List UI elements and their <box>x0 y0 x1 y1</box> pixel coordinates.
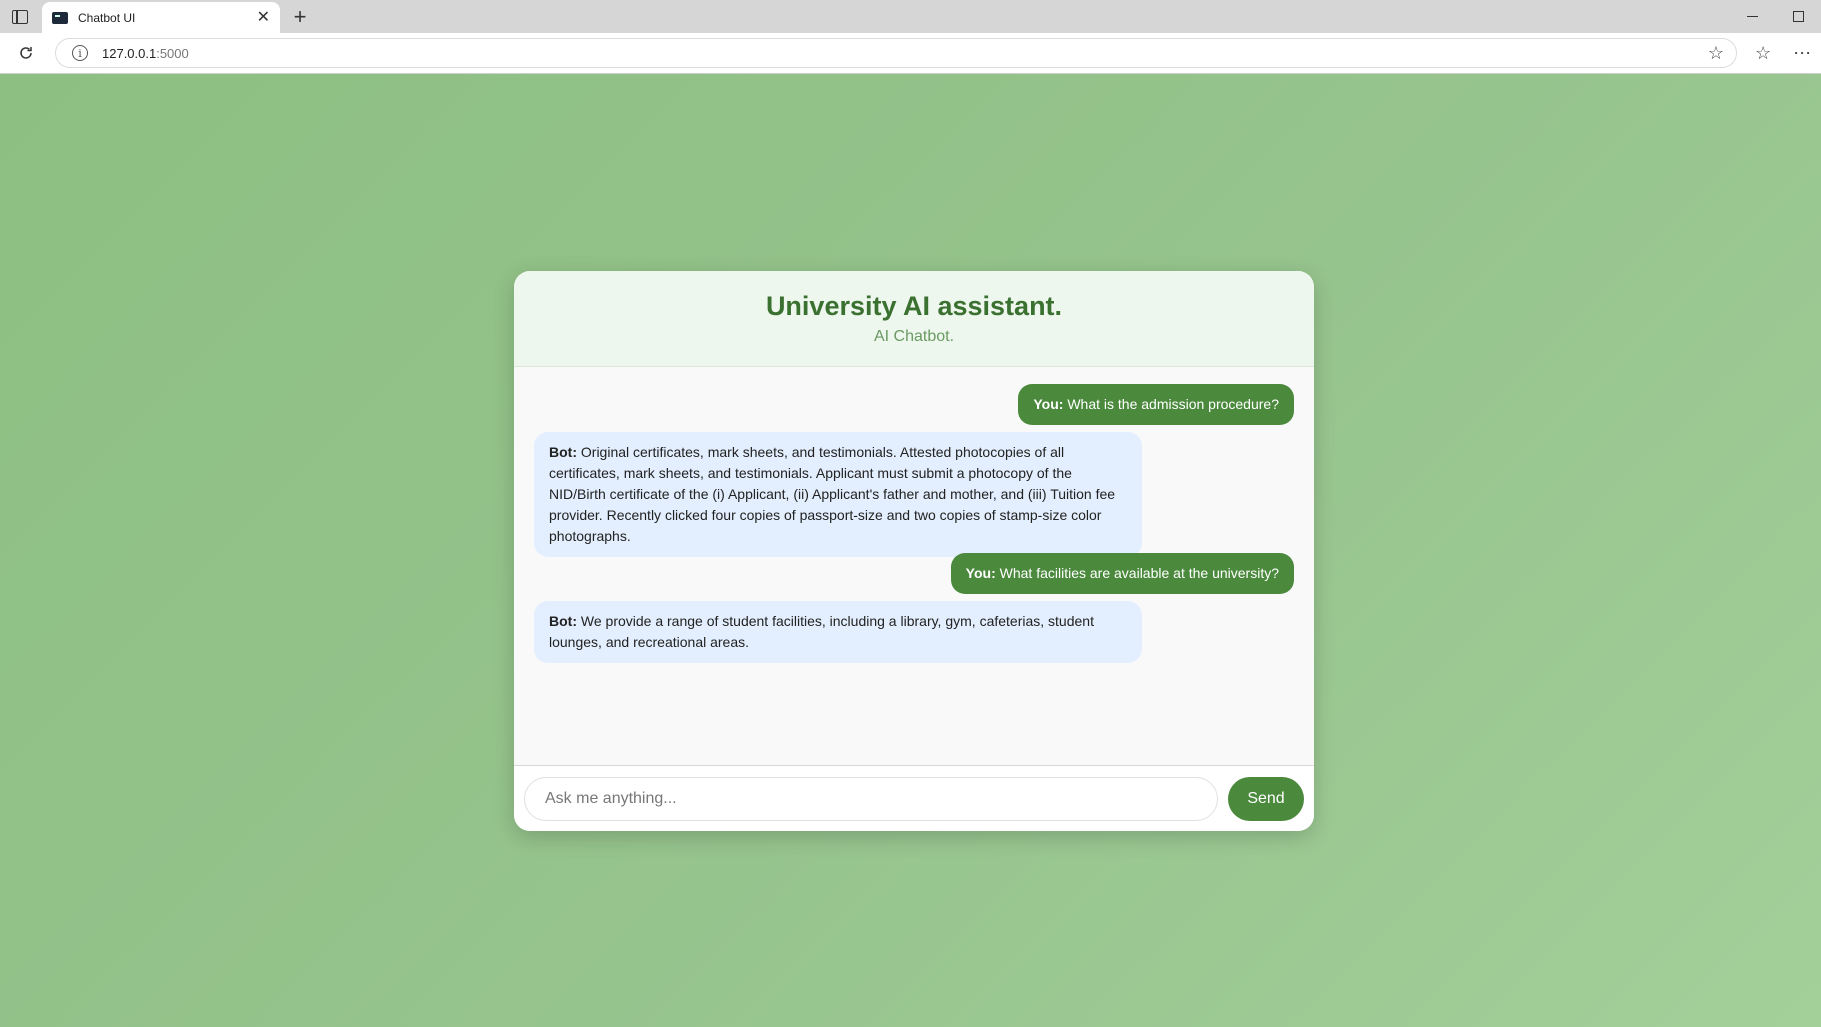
chat-input[interactable] <box>524 776 1218 821</box>
minimize-button[interactable] <box>1729 0 1775 33</box>
send-button[interactable]: Send <box>1228 776 1304 821</box>
favorites-icon[interactable]: ☆ <box>1755 43 1771 64</box>
message-text: What is the admission procedure? <box>1063 396 1279 412</box>
tab-close-icon[interactable]: ✕ <box>257 9 270 26</box>
bot-message: Bot: Original certificates, mark sheets,… <box>534 432 1142 557</box>
browser-address-bar: i 127.0.0.1 :5000 ☆ ☆ ⋯ <box>0 33 1821 74</box>
tab-actions-button[interactable] <box>0 0 40 33</box>
message-text: What facilities are available at the uni… <box>995 565 1279 581</box>
chat-container: University AI assistant. AI Chatbot. You… <box>514 271 1314 831</box>
chat-header: University AI assistant. AI Chatbot. <box>514 271 1314 367</box>
bookmark-star-icon[interactable]: ☆ <box>1708 43 1724 64</box>
chat-subtitle: AI Chatbot. <box>873 328 955 345</box>
chat-title: University AI assistant. <box>765 291 1063 321</box>
url-port: :5000 <box>156 45 189 61</box>
reload-icon <box>20 47 32 59</box>
message-sender: You: <box>1033 396 1064 412</box>
window-controls <box>1729 0 1821 33</box>
page-viewport: University AI assistant. AI Chatbot. You… <box>0 74 1821 1027</box>
browser-tab-bar: Chatbot UI ✕ + <box>0 0 1821 33</box>
message-sender: You: <box>965 565 996 581</box>
bot-message: Bot: We provide a range of student facil… <box>534 601 1142 663</box>
terminal-favicon-icon <box>52 11 68 24</box>
site-info-icon[interactable]: i <box>72 45 88 61</box>
reload-button[interactable] <box>9 36 43 70</box>
restore-button[interactable] <box>1775 0 1821 33</box>
user-message: You: What is the admission procedure? <box>1018 384 1294 425</box>
url-field[interactable]: i 127.0.0.1 :5000 ☆ <box>55 38 1737 68</box>
url-host: 127.0.0.1 <box>102 45 157 61</box>
message-sender: Bot: <box>549 444 577 460</box>
message-sender: Bot: <box>549 613 577 629</box>
tab-actions-icon <box>12 9 28 24</box>
browser-tab[interactable]: Chatbot UI ✕ <box>42 2 280 33</box>
message-text: Original certificates, mark sheets, and … <box>549 444 1116 544</box>
chat-input-bar: Send <box>514 765 1314 831</box>
tab-title: Chatbot UI <box>78 10 136 25</box>
message-text: We provide a range of student facilities… <box>549 613 1094 650</box>
more-menu-icon[interactable]: ⋯ <box>1793 43 1812 64</box>
new-tab-button[interactable]: + <box>280 0 320 33</box>
chat-messages[interactable]: You: What is the admission procedure? Bo… <box>514 367 1314 765</box>
user-message: You: What facilities are available at th… <box>950 553 1294 594</box>
